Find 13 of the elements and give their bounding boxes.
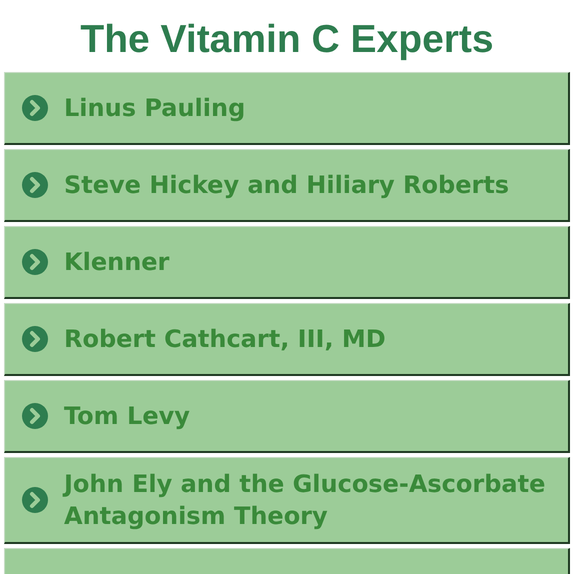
chevron-circle-icon [22, 95, 48, 121]
chevron-circle-icon [22, 326, 48, 352]
chevron-circle-icon [22, 172, 48, 198]
chevron-circle-icon [22, 487, 48, 513]
expert-link[interactable]: Linus Pauling [4, 72, 570, 145]
chevron-circle-icon [22, 403, 48, 429]
expert-link[interactable]: Tom Levy [4, 380, 570, 453]
expert-link[interactable]: Robert Cathcart, III, MD [4, 303, 570, 376]
expert-link[interactable]: Klenner [4, 226, 570, 299]
chevron-circle-icon [22, 249, 48, 275]
page-title: The Vitamin C Experts [80, 17, 494, 63]
expert-link[interactable]: Steve Hickey and Hiliary Roberts [4, 149, 570, 222]
expert-link[interactable]: John Ely and the Glucose-Ascorbate Antagonism Theory [4, 457, 570, 544]
